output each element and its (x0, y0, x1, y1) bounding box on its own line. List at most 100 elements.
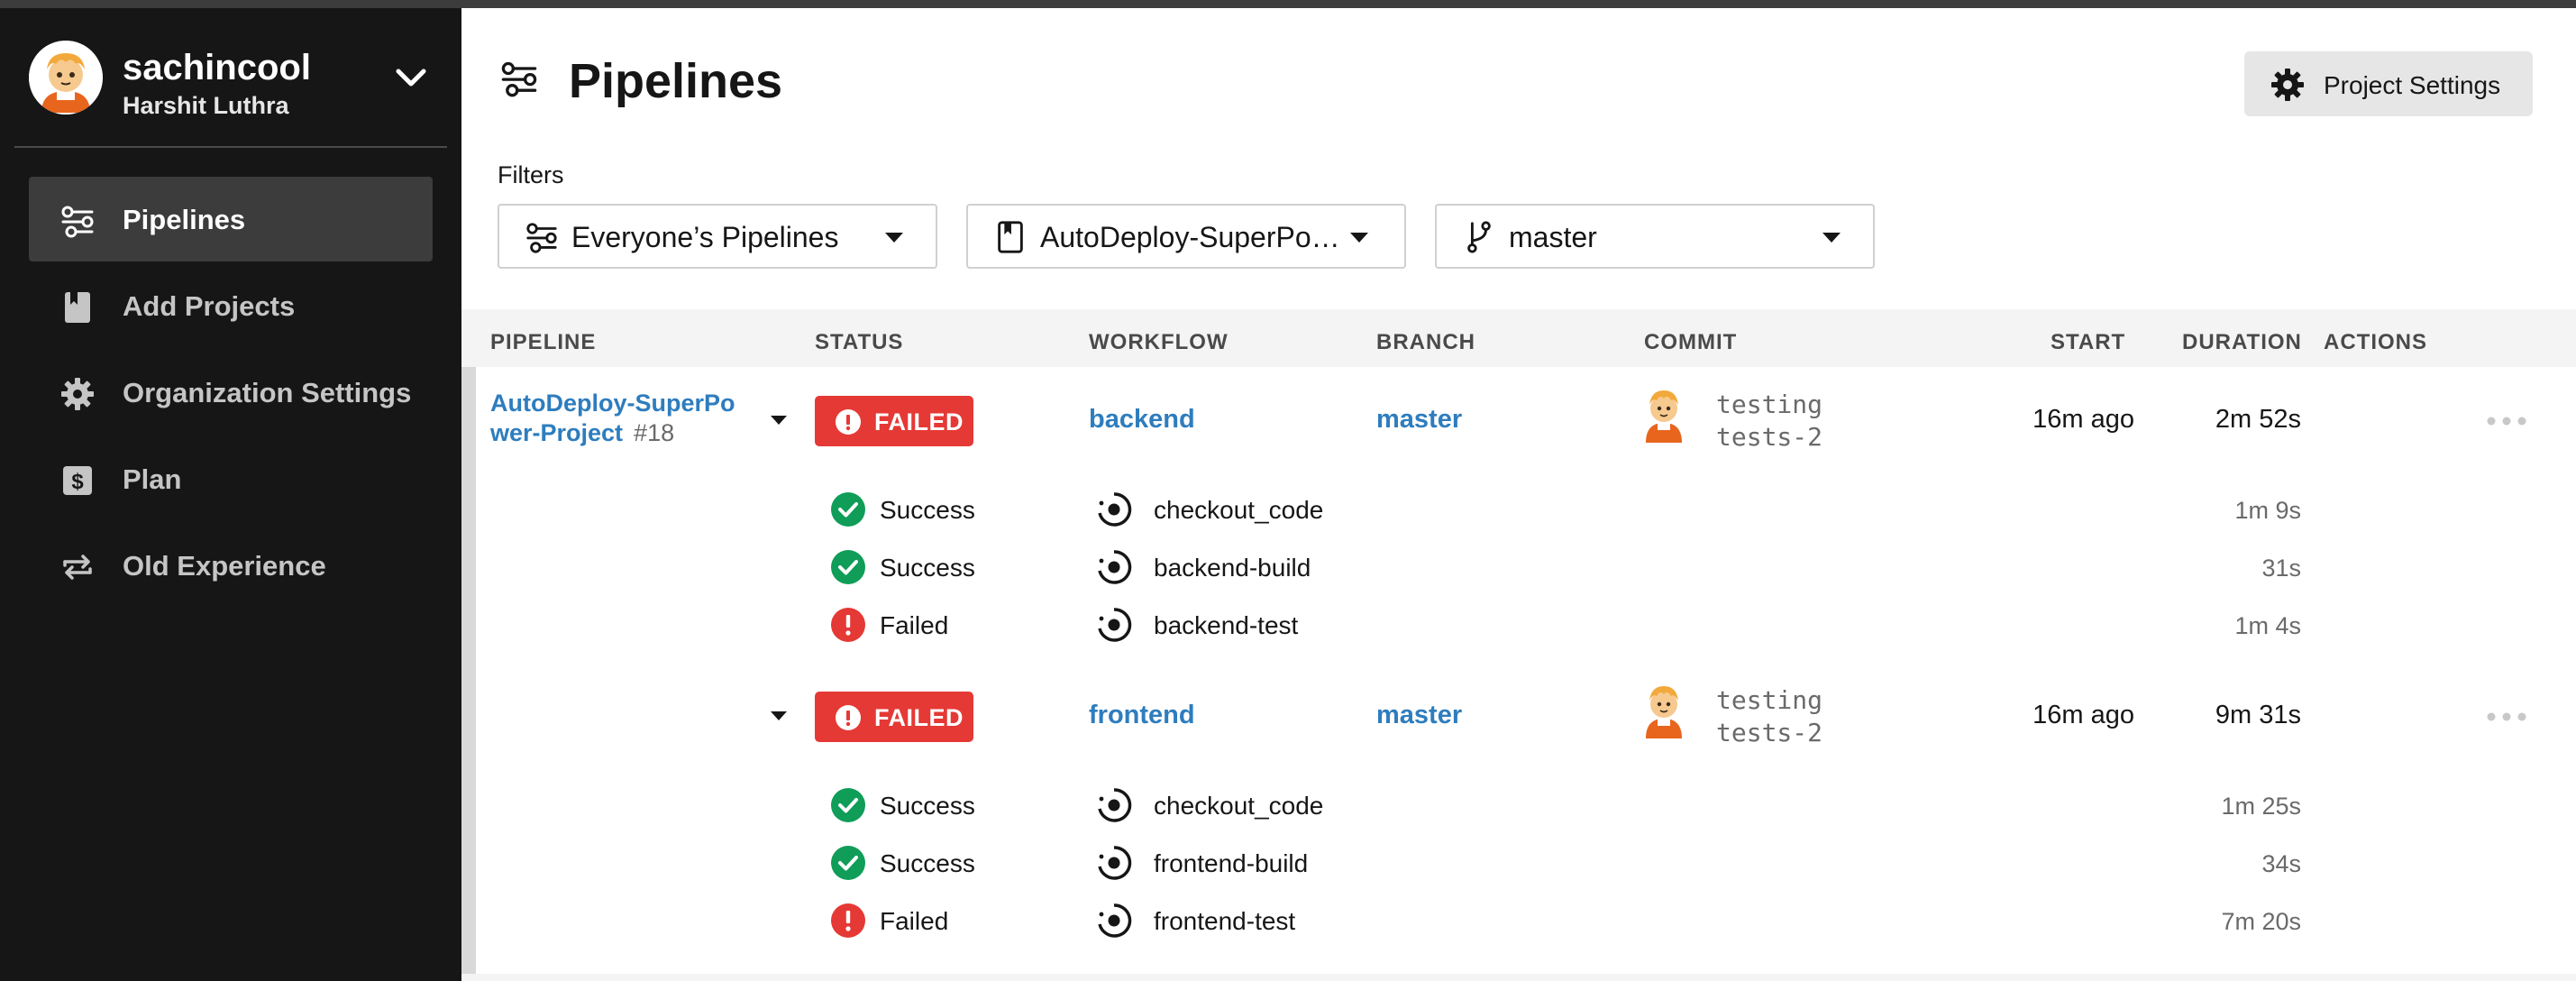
job-status-label: Success (880, 496, 975, 524)
job-icon (1098, 788, 1132, 822)
job-status-label: Failed (880, 611, 949, 639)
alert-icon (836, 409, 861, 435)
branch-link[interactable]: master (1376, 701, 1462, 730)
column-header-actions: ACTIONS (2324, 330, 2427, 354)
workflow-start: 16m ago (2032, 701, 2134, 729)
job-duration: 34s (2261, 850, 2301, 877)
chevron-down-icon[interactable] (395, 66, 427, 91)
job-name[interactable]: checkout_code (1154, 792, 1323, 821)
project-filter-value: AutoDeploy-SuperPow… (1040, 221, 1347, 253)
failed-alert-icon (831, 608, 865, 642)
job-icon (1098, 846, 1132, 880)
job-duration: 1m 25s (2221, 793, 2301, 820)
job-name[interactable]: backend-build (1154, 554, 1311, 582)
book-icon (998, 221, 1023, 253)
success-check-icon (831, 788, 865, 822)
book-icon (65, 292, 90, 323)
sidebar-item-label: Old Experience (123, 550, 326, 582)
job-status-label: Success (880, 554, 975, 582)
window-top-strip (0, 0, 2576, 8)
job-status-label: Success (880, 849, 975, 877)
job-status-label: Success (880, 792, 975, 820)
project-settings-label: Project Settings (2324, 71, 2501, 99)
user-menu[interactable]: sachincool Harshit Luthra (29, 41, 434, 122)
sidebar-item-organization-settings[interactable]: Organization Settings (29, 350, 433, 435)
branch-filter-dropdown[interactable]: master (1435, 204, 1875, 269)
job-duration: 1m 9s (2234, 497, 2301, 524)
sidebar-item-label: Add Projects (123, 290, 296, 322)
job-duration: 31s (2261, 555, 2301, 582)
column-header-status: STATUS (815, 330, 904, 354)
table-bottom-border (461, 974, 2576, 981)
dollar-icon: $ (63, 466, 92, 495)
filters-label: Filters (498, 161, 564, 188)
more-actions-icon[interactable] (2486, 711, 2527, 722)
workflow-duration: 2m 52s (2215, 405, 2301, 434)
commit-message[interactable]: testing tests-2 (1716, 389, 1822, 454)
pipelines-filter-value: Everyone’s Pipelines (571, 221, 839, 253)
caret-down-icon (885, 233, 903, 243)
job-name[interactable]: backend-test (1154, 611, 1298, 640)
job-icon (1098, 550, 1132, 584)
job-name[interactable]: frontend-test (1154, 907, 1295, 936)
pipeline-link[interactable]: AutoDeploy-SuperPo wer-Project #18 (490, 389, 761, 448)
pipelines-icon (61, 206, 94, 238)
branch-filter-value: master (1509, 221, 1597, 253)
commit-line: testing (1716, 685, 1823, 715)
pipeline-number: #18 (634, 419, 675, 446)
sidebar-item-plan[interactable]: $ Plan (29, 436, 433, 521)
job-name[interactable]: frontend-build (1154, 849, 1308, 878)
pipeline-name-line: AutoDeploy-SuperPo (490, 390, 735, 417)
main-content: Pipelines Project Settings Filters Every… (461, 8, 2576, 981)
job-status-label: Failed (880, 907, 949, 935)
svg-text:$: $ (71, 470, 84, 494)
scrollbar[interactable] (461, 367, 476, 981)
more-actions-icon[interactable] (2486, 416, 2527, 426)
commit-message[interactable]: testing tests-2 (1716, 684, 1822, 749)
table-header: PIPELINE STATUS WORKFLOW BRANCH COMMIT S… (461, 309, 2576, 367)
sidebar-item-add-projects[interactable]: Add Projects (29, 263, 433, 348)
job-icon (1098, 608, 1132, 642)
column-header-duration: DURATION (2182, 330, 2302, 354)
status-badge-label: FAILED (874, 704, 964, 731)
commit-author-avatar (1646, 390, 1682, 443)
project-settings-button[interactable]: Project Settings (2244, 51, 2533, 116)
caret-down-icon (1822, 233, 1841, 243)
column-header-start: START (2051, 330, 2126, 354)
sidebar-item-pipelines[interactable]: Pipelines (29, 177, 433, 261)
expand-workflow-caret[interactable] (771, 711, 787, 720)
page-title: Pipelines (569, 54, 783, 108)
failed-alert-icon (831, 903, 865, 938)
commit-line: tests-2 (1716, 718, 1823, 747)
commit-author-avatar (1646, 686, 1682, 738)
sidebar-item-old-experience[interactable]: Old Experience (29, 523, 433, 608)
column-header-workflow: WORKFLOW (1089, 330, 1229, 354)
pipelines-icon (526, 223, 557, 253)
job-icon (1098, 492, 1132, 527)
pipelines-filter-dropdown[interactable]: Everyone’s Pipelines (498, 204, 937, 269)
avatar (29, 41, 103, 115)
workflow-start: 16m ago (2032, 405, 2134, 434)
job-icon (1098, 903, 1132, 938)
job-duration: 1m 4s (2234, 612, 2301, 639)
workflow-link[interactable]: frontend (1089, 701, 1195, 730)
branch-link[interactable]: master (1376, 405, 1462, 435)
sidebar-divider (14, 146, 447, 148)
gear-icon (2271, 69, 2304, 101)
user-full-name: Harshit Luthra (123, 92, 289, 119)
project-filter-dropdown[interactable]: AutoDeploy-SuperPow… (966, 204, 1406, 269)
job-name[interactable]: checkout_code (1154, 496, 1323, 525)
alert-icon (836, 705, 861, 730)
workflow-link[interactable]: backend (1089, 405, 1195, 435)
status-badge[interactable]: FAILED (815, 692, 973, 742)
expand-workflow-caret[interactable] (771, 416, 787, 425)
job-duration: 7m 20s (2221, 908, 2301, 935)
column-header-pipeline: PIPELINE (490, 330, 597, 354)
success-check-icon (831, 846, 865, 880)
status-badge[interactable]: FAILED (815, 396, 973, 446)
sidebar: sachincool Harshit Luthra Pipelines Add … (0, 8, 461, 981)
commit-line: tests-2 (1716, 422, 1823, 452)
sidebar-item-label: Organization Settings (123, 377, 412, 408)
status-badge-label: FAILED (874, 408, 964, 435)
caret-down-icon (1350, 233, 1368, 243)
